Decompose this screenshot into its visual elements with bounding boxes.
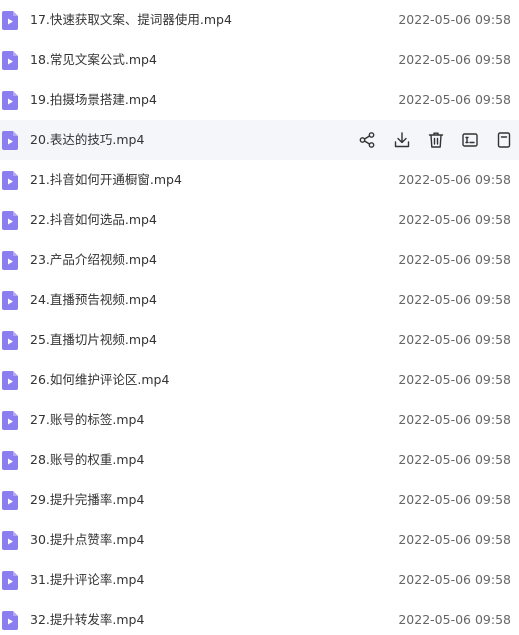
- file-row[interactable]: 30.提升点赞率.mp4 2022-05-06 09:58: [0, 520, 519, 560]
- file-date: 2022-05-06 09:58: [398, 372, 511, 387]
- rename-icon[interactable]: [460, 130, 480, 150]
- file-row[interactable]: 26.如何维护评论区.mp4 2022-05-06 09:58: [0, 360, 519, 400]
- file-name[interactable]: 27.账号的标签.mp4: [30, 400, 144, 440]
- file-name[interactable]: 17.快速获取文案、提词器使用.mp4: [30, 0, 232, 40]
- file-date: 2022-05-06 09:58: [398, 292, 511, 307]
- video-file-icon: [2, 611, 18, 630]
- delete-icon[interactable]: [426, 130, 446, 150]
- file-date: 2022-05-06 09:58: [398, 532, 511, 547]
- share-icon[interactable]: [357, 130, 377, 150]
- file-date: 2022-05-06 09:58: [398, 92, 511, 107]
- video-file-icon: [2, 51, 18, 70]
- video-file-icon: [2, 11, 18, 30]
- video-file-icon: [2, 491, 18, 510]
- file-name[interactable]: 23.产品介绍视频.mp4: [30, 240, 157, 280]
- file-row[interactable]: 21.抖音如何开通橱窗.mp4 2022-05-06 09:58: [0, 160, 519, 200]
- file-date: 2022-05-06 09:58: [398, 252, 511, 267]
- file-name[interactable]: 19.拍摄场景搭建.mp4: [30, 80, 157, 120]
- file-name[interactable]: 32.提升转发率.mp4: [30, 600, 144, 635]
- video-file-icon: [2, 131, 18, 150]
- row-actions: [349, 120, 519, 160]
- file-row[interactable]: 25.直播切片视频.mp4 2022-05-06 09:58: [0, 320, 519, 360]
- file-row[interactable]: 28.账号的权重.mp4 2022-05-06 09:58: [0, 440, 519, 480]
- file-date: 2022-05-06 09:58: [398, 12, 511, 27]
- file-name[interactable]: 22.抖音如何选品.mp4: [30, 200, 157, 240]
- download-icon[interactable]: [392, 130, 412, 150]
- video-file-icon: [2, 251, 18, 270]
- file-row[interactable]: 23.产品介绍视频.mp4 2022-05-06 09:58: [0, 240, 519, 280]
- file-name[interactable]: 21.抖音如何开通橱窗.mp4: [30, 160, 182, 200]
- file-row[interactable]: 18.常见文案公式.mp4 2022-05-06 09:58: [0, 40, 519, 80]
- file-date: 2022-05-06 09:58: [398, 52, 511, 67]
- file-row[interactable]: 27.账号的标签.mp4 2022-05-06 09:58: [0, 400, 519, 440]
- file-name[interactable]: 31.提升评论率.mp4: [30, 560, 144, 600]
- file-date: 2022-05-06 09:58: [398, 612, 511, 627]
- file-date: 2022-05-06 09:58: [398, 492, 511, 507]
- video-file-icon: [2, 331, 18, 350]
- file-name[interactable]: 26.如何维护评论区.mp4: [30, 360, 169, 400]
- file-row[interactable]: 22.抖音如何选品.mp4 2022-05-06 09:58: [0, 200, 519, 240]
- video-file-icon: [2, 91, 18, 110]
- file-name[interactable]: 25.直播切片视频.mp4: [30, 320, 157, 360]
- more-icon[interactable]: [494, 130, 514, 150]
- file-date: 2022-05-06 09:58: [398, 172, 511, 187]
- file-row[interactable]: 20.表达的技巧.mp4: [0, 120, 519, 160]
- video-file-icon: [2, 371, 18, 390]
- file-name[interactable]: 30.提升点赞率.mp4: [30, 520, 144, 560]
- video-file-icon: [2, 291, 18, 310]
- video-file-icon: [2, 411, 18, 430]
- file-row[interactable]: 29.提升完播率.mp4 2022-05-06 09:58: [0, 480, 519, 520]
- file-date: 2022-05-06 09:58: [398, 332, 511, 347]
- file-row[interactable]: 24.直播预告视频.mp4 2022-05-06 09:58: [0, 280, 519, 320]
- file-name[interactable]: 28.账号的权重.mp4: [30, 440, 144, 480]
- file-row[interactable]: 32.提升转发率.mp4 2022-05-06 09:58: [0, 600, 519, 635]
- video-file-icon: [2, 171, 18, 190]
- video-file-icon: [2, 531, 18, 550]
- file-date: 2022-05-06 09:58: [398, 572, 511, 587]
- file-name[interactable]: 18.常见文案公式.mp4: [30, 40, 157, 80]
- video-file-icon: [2, 451, 18, 470]
- file-date: 2022-05-06 09:58: [398, 212, 511, 227]
- file-name[interactable]: 29.提升完播率.mp4: [30, 480, 144, 520]
- file-row[interactable]: 17.快速获取文案、提词器使用.mp4 2022-05-06 09:58: [0, 0, 519, 40]
- file-name[interactable]: 24.直播预告视频.mp4: [30, 280, 157, 320]
- video-file-icon: [2, 211, 18, 230]
- file-row[interactable]: 31.提升评论率.mp4 2022-05-06 09:58: [0, 560, 519, 600]
- file-row[interactable]: 19.拍摄场景搭建.mp4 2022-05-06 09:58: [0, 80, 519, 120]
- file-date: 2022-05-06 09:58: [398, 412, 511, 427]
- file-name[interactable]: 20.表达的技巧.mp4: [30, 120, 144, 160]
- file-list: 17.快速获取文案、提词器使用.mp4 2022-05-06 09:58 18.常见…: [0, 0, 519, 635]
- file-date: 2022-05-06 09:58: [398, 452, 511, 467]
- video-file-icon: [2, 571, 18, 590]
